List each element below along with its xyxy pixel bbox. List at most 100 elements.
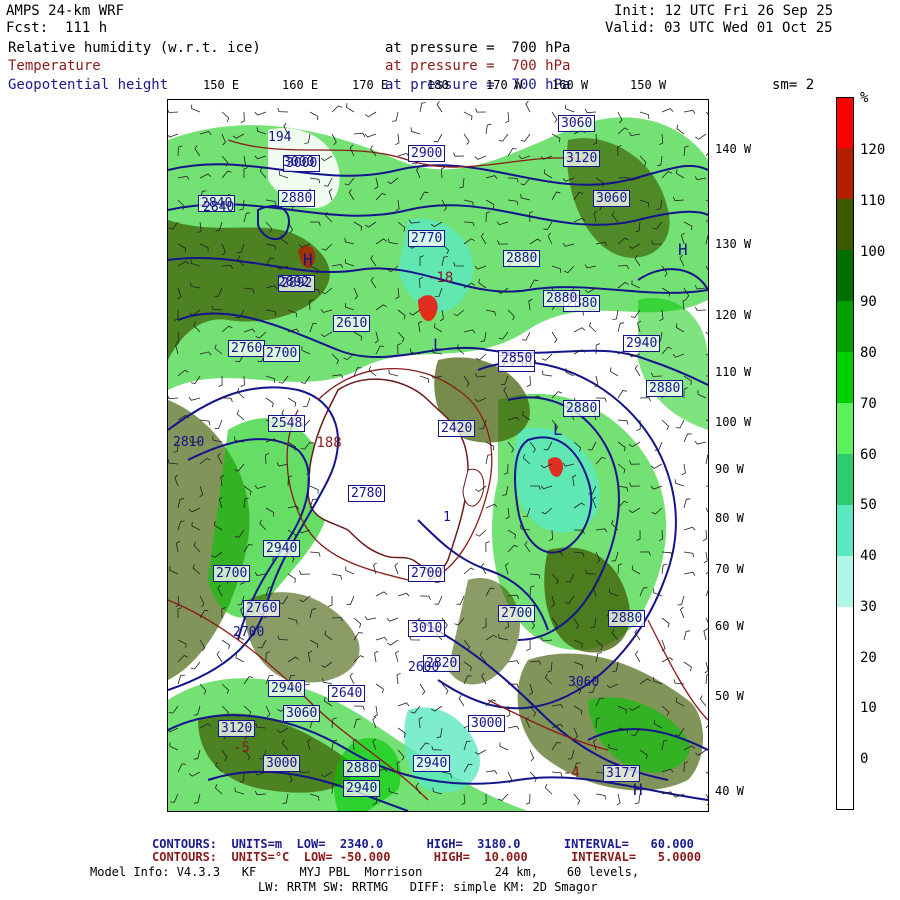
temperature-label: -5 xyxy=(233,740,250,756)
humidity-colorbar xyxy=(836,97,854,810)
height-label-box: 3120 xyxy=(563,150,601,167)
height-label-box: 3000 xyxy=(468,715,506,732)
colorbar-label: 50 xyxy=(860,497,877,513)
cb-seg-105 xyxy=(837,199,853,250)
lon-label-right: 80 W xyxy=(715,511,744,525)
contour-value-label: 2840 xyxy=(203,200,235,215)
cb-seg-125 xyxy=(837,98,853,148)
cb-seg-95 xyxy=(837,250,853,301)
height-label-box: 3120 xyxy=(218,720,256,737)
colorbar-label: 80 xyxy=(860,345,877,361)
model-info: Model Info: V4.3.3 KF MYJ PBL Morrison 2… xyxy=(90,865,640,879)
contour-value-label: 1 xyxy=(443,510,451,525)
height-label-box: 2610 xyxy=(333,315,371,332)
colorbar-label: 120 xyxy=(860,142,886,158)
high-pressure-marker: H xyxy=(678,240,688,259)
cb-seg-55 xyxy=(837,454,853,505)
height-label-box: 2700 xyxy=(213,565,251,582)
colorbar-label: 30 xyxy=(860,599,877,615)
height-label-box: 3010 xyxy=(408,620,446,637)
height-label-box: 2880 xyxy=(343,760,381,777)
lon-label-top: 170 W xyxy=(486,78,523,92)
height-label-box: 2700 xyxy=(498,605,536,622)
high-pressure-marker: H xyxy=(303,250,313,269)
temperature-label: -18 xyxy=(428,270,454,286)
lon-label-right: 140 W xyxy=(715,142,752,156)
height-label-box: 2880 xyxy=(608,610,646,627)
contour-value-label: 3060 xyxy=(568,675,600,690)
colorbar-label: 70 xyxy=(860,396,877,412)
height-field-label: Geopotential height xyxy=(8,77,169,93)
cb-seg-115 xyxy=(837,148,853,199)
lon-label-top: 160 E xyxy=(282,78,319,92)
low-pressure-marker: L xyxy=(433,335,443,354)
rh-field-label: Relative humidity (w.r.t. ice) xyxy=(8,40,261,56)
temperature-contour-info: CONTOURS: UNITS=°C LOW= -50.000 HIGH= 10… xyxy=(152,850,702,864)
temperature-label: -188 xyxy=(308,435,342,451)
lon-label-right: 90 W xyxy=(715,462,744,476)
model-title: AMPS 24-km WRF xyxy=(6,3,125,19)
rh-field-level: at pressure = 700 hPa xyxy=(385,40,571,56)
lon-label-right: 130 W xyxy=(715,237,752,251)
high-pressure-marker: H xyxy=(633,780,643,799)
cb-seg-45 xyxy=(837,505,853,556)
low-pressure-marker: L xyxy=(553,420,563,439)
colorbar-label: 90 xyxy=(860,294,877,310)
height-label-box: 2880 xyxy=(543,290,581,307)
smoothing-label: sm= 2 xyxy=(772,77,815,93)
contour-value-label: 2810 xyxy=(173,435,205,450)
lon-label-top: 160 W xyxy=(552,78,589,92)
contour-value-label: 194 xyxy=(268,130,292,145)
height-field-level: at pressure = 700 hPa xyxy=(385,77,571,93)
height-label-box: 2880 xyxy=(563,400,601,417)
cb-seg-65 xyxy=(837,403,853,454)
contour-value-label: 2600 xyxy=(408,660,440,675)
height-label-box: 2900 xyxy=(408,145,446,162)
contour-value-label: 3000 xyxy=(283,155,315,170)
physics-info: LW: RRTM SW: RRTMG DIFF: simple KM: 2D S… xyxy=(258,880,598,894)
lon-label-right: 40 W xyxy=(715,784,744,798)
temperature-field-level: at pressure = 700 hPa xyxy=(385,58,571,74)
height-label-box: 2640 xyxy=(328,685,366,702)
cb-seg-85 xyxy=(837,301,853,352)
height-label-box: 3000 xyxy=(263,755,301,772)
contour-value-label: 2892 xyxy=(278,275,310,290)
height-label-box: 2700 xyxy=(408,565,446,582)
colorbar-label: 20 xyxy=(860,650,877,666)
height-label-box: 2770 xyxy=(408,230,446,247)
height-label-box: 3060 xyxy=(593,190,631,207)
colorbar-label: 10 xyxy=(860,700,877,716)
lon-label-right: 60 W xyxy=(715,619,744,633)
colorbar-label: 100 xyxy=(860,244,886,260)
lon-label-top: 170 E xyxy=(352,78,389,92)
cb-seg-35 xyxy=(837,556,853,607)
height-label-box: 2940 xyxy=(623,335,661,352)
lon-label-right: 120 W xyxy=(715,308,752,322)
init-time: Init: 12 UTC Fri 26 Sep 25 xyxy=(614,3,834,19)
temperature-field-label: Temperature xyxy=(8,58,101,74)
colorbar-label: 0 xyxy=(860,751,869,767)
colorbar-unit: % xyxy=(860,90,869,106)
contour-value-label: 2700 xyxy=(233,625,265,640)
height-label-box: 2850 xyxy=(498,350,536,367)
height-label-box: 2880 xyxy=(503,250,541,267)
height-label-box: 2760 xyxy=(228,340,266,357)
colorbar-label: 60 xyxy=(860,447,877,463)
height-label-box: 2940 xyxy=(268,680,306,697)
lon-label-top: 150 E xyxy=(203,78,240,92)
weather-map[interactable]: 3060 2900 3120 2840 2880 3000 2892 2770 2880 3060… xyxy=(167,99,709,812)
lon-label-top: 180 xyxy=(427,78,449,92)
lon-label-right: 50 W xyxy=(715,689,744,703)
forecast-hour: Fcst: 111 h xyxy=(6,20,108,36)
cb-seg-25 xyxy=(837,607,853,809)
colorbar-label: 40 xyxy=(860,548,877,564)
height-label-box: 3060 xyxy=(558,115,596,132)
height-label-box: 2420 xyxy=(438,420,476,437)
temperature-label: -4 xyxy=(563,765,580,781)
height-label-box: 3060 xyxy=(283,705,321,722)
lon-label-top: 150 W xyxy=(630,78,667,92)
height-label-box: 2760 xyxy=(243,600,281,617)
height-label-box: 2940 xyxy=(343,780,381,797)
colorbar-label: 110 xyxy=(860,193,886,209)
lon-label-right: 110 W xyxy=(715,365,752,379)
